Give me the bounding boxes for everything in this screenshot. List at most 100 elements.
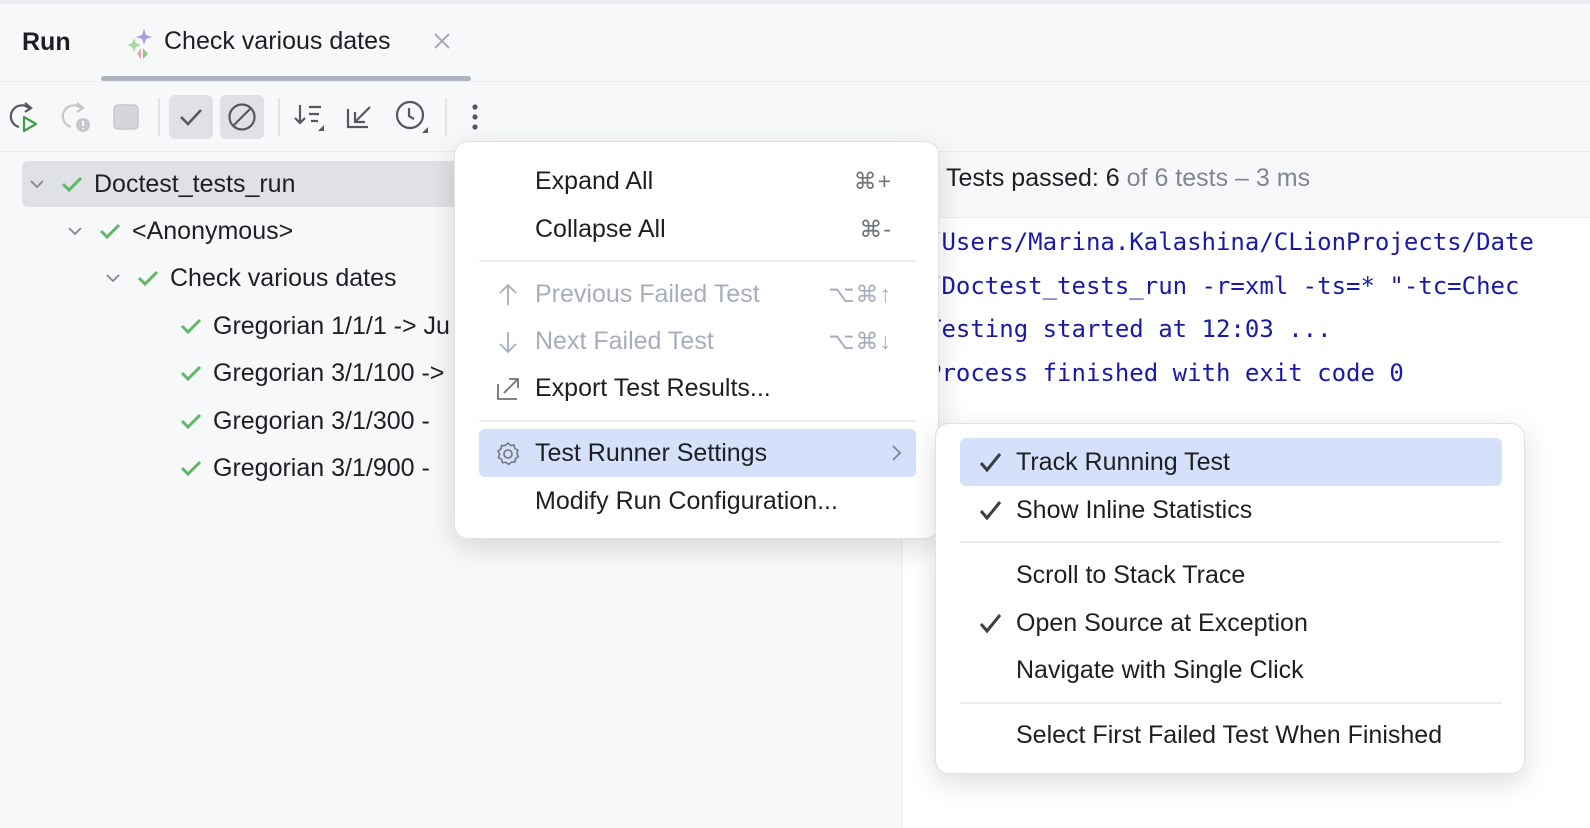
active-tab-indicator bbox=[101, 76, 471, 81]
menu-item-label: Scroll to Stack Trace bbox=[1016, 560, 1246, 589]
toolbar-separator bbox=[158, 98, 160, 136]
chevron-down-icon[interactable] bbox=[104, 269, 122, 287]
test-status-text: Tests passed: 6 of 6 tests – 3 ms bbox=[946, 164, 1310, 193]
tree-item[interactable]: Check various dates bbox=[104, 255, 397, 301]
menu-separator bbox=[960, 541, 1502, 543]
menu-item-label: Open Source at Exception bbox=[1016, 608, 1308, 637]
arrow-up-icon bbox=[499, 283, 517, 305]
toolbar-separator bbox=[445, 98, 447, 136]
menu-item-collapse-all[interactable]: Collapse All ⌘- bbox=[479, 205, 916, 253]
gear-icon bbox=[497, 442, 520, 466]
tab-label: Check various dates bbox=[164, 27, 391, 55]
tool-window-title: Run bbox=[22, 28, 71, 56]
tree-item-label: <Anonymous> bbox=[132, 216, 294, 245]
menu-item-next-failed-test[interactable]: Next Failed Test ⌥⌘↓ bbox=[479, 317, 916, 365]
more-options-button[interactable] bbox=[453, 95, 497, 139]
tree-item-label: Doctest_tests_run bbox=[94, 169, 296, 198]
test-runner-settings-submenu: Track Running Test Show Inline Statistic… bbox=[935, 423, 1525, 774]
menu-item-test-runner-settings[interactable]: Test Runner Settings bbox=[479, 429, 916, 477]
tree-item-label: Gregorian 3/1/900 - bbox=[213, 453, 430, 482]
checkmark-icon bbox=[979, 501, 1002, 521]
tree-item[interactable]: Gregorian 1/1/1 -> Ju bbox=[179, 303, 450, 349]
console-line: Testing started at 12:03 ... bbox=[927, 315, 1332, 343]
checkmark-icon bbox=[979, 453, 1002, 473]
tree-item-label: Gregorian 3/1/300 - bbox=[213, 406, 430, 435]
menu-separator bbox=[479, 260, 916, 262]
menu-item-modify-run-configuration[interactable]: Modify Run Configuration... bbox=[479, 477, 916, 525]
passed-check-icon bbox=[180, 365, 202, 382]
sort-button[interactable] bbox=[288, 95, 332, 139]
tree-item[interactable]: Gregorian 3/1/100 -> bbox=[179, 350, 444, 396]
more-vertical-icon bbox=[472, 104, 478, 130]
submenu-item-navigate-with-single-click[interactable]: Navigate with Single Click bbox=[960, 646, 1502, 694]
chevron-down-icon[interactable] bbox=[28, 175, 46, 193]
stop-icon bbox=[113, 104, 139, 130]
run-tool-window-header: Run Check various dates bbox=[0, 4, 1590, 82]
submenu-item-scroll-to-stack-trace[interactable]: Scroll to Stack Trace bbox=[960, 551, 1502, 599]
tree-item-label: Gregorian 3/1/100 -> bbox=[213, 358, 445, 387]
menu-item-shortcut: ⌘+ bbox=[853, 167, 892, 194]
passed-check-icon bbox=[61, 176, 83, 193]
menu-item-label: Select First Failed Test When Finished bbox=[1016, 720, 1443, 749]
menu-item-label: Track Running Test bbox=[1016, 447, 1230, 476]
chevron-right-icon bbox=[892, 445, 902, 461]
menu-item-previous-failed-test[interactable]: Previous Failed Test ⌥⌘↑ bbox=[479, 270, 916, 318]
passed-check-icon bbox=[180, 318, 202, 335]
submenu-item-select-first-failed-test[interactable]: Select First Failed Test When Finished bbox=[960, 711, 1502, 759]
menu-item-label: Expand All bbox=[535, 166, 654, 195]
passed-check-icon bbox=[137, 270, 159, 287]
menu-separator bbox=[479, 420, 916, 422]
menu-item-label: Navigate with Single Click bbox=[1016, 655, 1304, 684]
menu-item-label: Modify Run Configuration... bbox=[535, 486, 838, 515]
history-clock-icon bbox=[395, 100, 428, 133]
console-line: /Doctest_tests_run -r=xml -ts=* "-tc=Che… bbox=[927, 272, 1520, 300]
menu-item-label: Show Inline Statistics bbox=[1016, 495, 1253, 524]
submenu-item-track-running-test[interactable]: Track Running Test bbox=[960, 438, 1502, 486]
menu-item-shortcut: ⌘- bbox=[859, 215, 892, 242]
rerun-button[interactable] bbox=[2, 95, 46, 139]
arrow-down-icon bbox=[499, 332, 517, 354]
show-passed-toggle[interactable] bbox=[169, 95, 213, 139]
passed-check-icon bbox=[180, 413, 202, 430]
console-line: Process finished with exit code 0 bbox=[927, 359, 1404, 387]
test-history-button[interactable] bbox=[390, 95, 434, 139]
tab-check-various-dates[interactable]: Check various dates bbox=[101, 4, 471, 82]
test-status-bar: Tests passed: 6 of 6 tests – 3 ms bbox=[903, 152, 1590, 218]
tree-item[interactable]: <Anonymous> bbox=[66, 208, 293, 254]
tree-item-label: Gregorian 1/1/1 -> Ju bbox=[213, 311, 450, 340]
tree-item[interactable]: Gregorian 3/1/900 - bbox=[179, 445, 430, 491]
menu-item-shortcut: ⌥⌘↑ bbox=[827, 280, 892, 307]
tree-item[interactable]: Gregorian 3/1/300 - bbox=[179, 398, 430, 444]
menu-item-label: Next Failed Test bbox=[535, 326, 714, 355]
rerun-failed-button[interactable] bbox=[54, 95, 98, 139]
rerun-icon bbox=[9, 102, 38, 133]
ignored-icon bbox=[228, 103, 256, 131]
menu-item-label: Collapse All bbox=[535, 214, 666, 243]
test-run-sparkle-icon bbox=[127, 29, 152, 59]
submenu-item-open-source-at-exception[interactable]: Open Source at Exception bbox=[960, 599, 1502, 647]
menu-item-label: Previous Failed Test bbox=[535, 279, 760, 308]
toolbar-separator bbox=[278, 98, 280, 136]
console-line: /Users/Marina.Kalashina/CLionProjects/Da… bbox=[927, 228, 1534, 256]
submenu-item-show-inline-statistics[interactable]: Show Inline Statistics bbox=[960, 486, 1502, 534]
import-icon bbox=[346, 106, 371, 129]
rerun-failed-icon bbox=[61, 102, 90, 132]
menu-item-expand-all[interactable]: Expand All ⌘+ bbox=[479, 157, 916, 205]
export-icon bbox=[497, 378, 519, 400]
close-icon[interactable] bbox=[431, 30, 453, 52]
check-icon bbox=[180, 109, 202, 126]
passed-check-icon bbox=[99, 223, 121, 240]
menu-item-label: Export Test Results... bbox=[535, 373, 771, 402]
sort-icon bbox=[294, 105, 324, 131]
stop-button[interactable] bbox=[104, 95, 148, 139]
menu-separator bbox=[960, 702, 1502, 704]
menu-item-label: Test Runner Settings bbox=[535, 438, 768, 467]
tests-passed-count: Tests passed: 6 bbox=[946, 164, 1120, 192]
passed-check-icon bbox=[180, 460, 202, 477]
import-tests-button[interactable] bbox=[338, 95, 382, 139]
menu-item-export-test-results[interactable]: Export Test Results... bbox=[479, 364, 916, 412]
show-ignored-toggle[interactable] bbox=[220, 95, 264, 139]
tests-total-duration: of 6 tests – 3 ms bbox=[1119, 164, 1311, 192]
chevron-down-icon[interactable] bbox=[66, 222, 84, 240]
checkmark-icon bbox=[979, 614, 1002, 634]
